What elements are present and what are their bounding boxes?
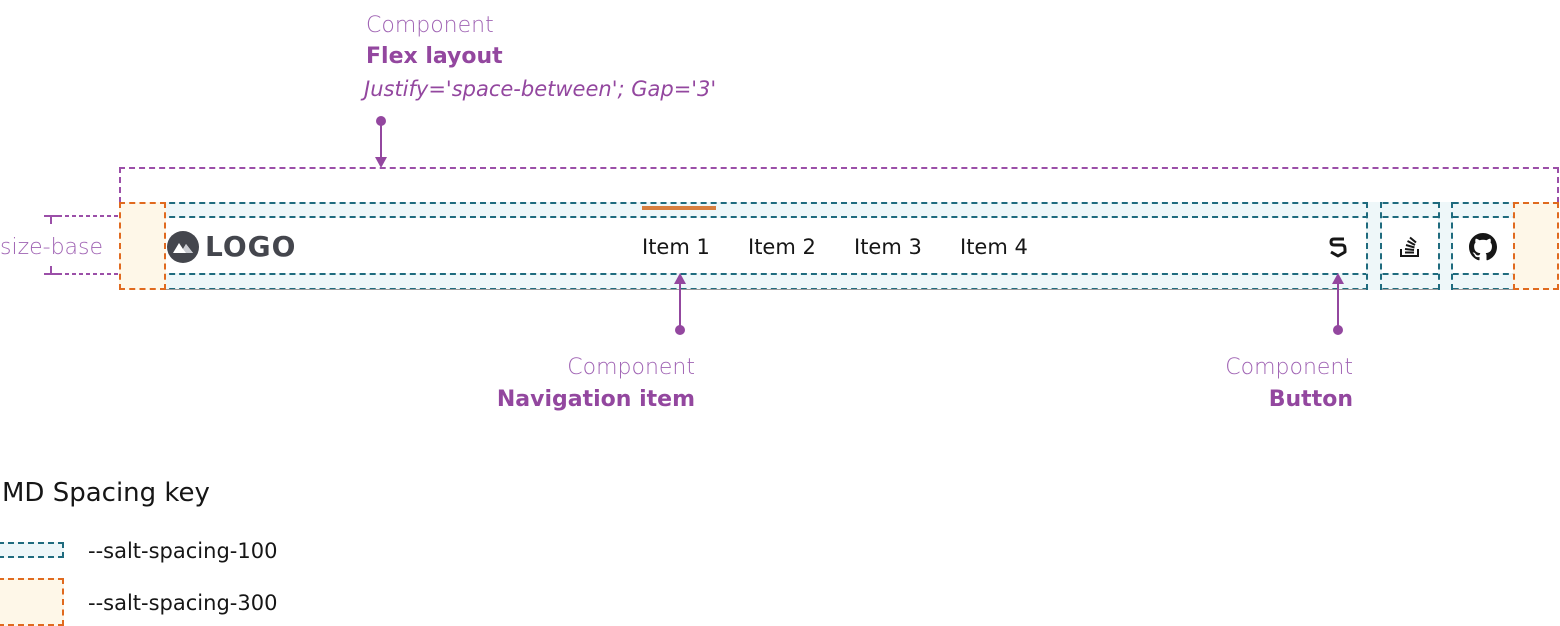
github-icon bbox=[1469, 233, 1497, 261]
nav-item-2[interactable]: Item 2 bbox=[748, 237, 816, 258]
legend-swatch-spacing-100 bbox=[0, 542, 64, 558]
nav-item-name-label: Navigation item bbox=[496, 387, 695, 412]
spacing-300-left-padding bbox=[119, 202, 166, 290]
legend-swatch-spacing-300 bbox=[0, 578, 64, 626]
nav-item-4[interactable]: Item 4 bbox=[960, 237, 1028, 258]
button-gap-column-1 bbox=[1366, 202, 1382, 290]
size-base-bracket bbox=[44, 215, 120, 275]
spacing-300-right-padding bbox=[1513, 202, 1559, 290]
button-pointer-arrow bbox=[1332, 273, 1344, 335]
flex-layout-pointer-arrow bbox=[375, 116, 387, 168]
salt-button[interactable] bbox=[1326, 234, 1350, 260]
nav-item-kind-label: Component bbox=[567, 355, 695, 380]
salt-icon bbox=[1329, 237, 1347, 258]
stackoverflow-icon bbox=[1400, 236, 1419, 257]
nav-item-pointer-arrow bbox=[674, 273, 686, 335]
button-kind-label: Component bbox=[1225, 355, 1353, 380]
flex-layout-outline bbox=[119, 167, 1559, 203]
flex-layout-props-label: Justify='space-between'; Gap='3' bbox=[364, 77, 717, 101]
active-nav-indicator bbox=[642, 206, 716, 210]
legend-title: MD Spacing key bbox=[2, 478, 210, 508]
flex-layout-kind-label: Component bbox=[366, 13, 494, 38]
github-button[interactable] bbox=[1469, 233, 1497, 261]
legend-label-spacing-100: --salt-spacing-100 bbox=[88, 539, 278, 563]
spacing-100-top-band bbox=[119, 202, 1559, 218]
stackoverflow-button[interactable] bbox=[1397, 234, 1423, 260]
navbar-logo[interactable]: LOGO bbox=[167, 231, 296, 263]
mountain-icon bbox=[167, 231, 199, 263]
nav-item-1[interactable]: Item 1 bbox=[642, 237, 710, 258]
legend-label-spacing-300: --salt-spacing-300 bbox=[88, 591, 278, 615]
flex-layout-name-label: Flex layout bbox=[366, 44, 503, 69]
logo-text: LOGO bbox=[205, 230, 297, 263]
button-gap-column-2 bbox=[1438, 202, 1453, 290]
button-name-label: Button bbox=[1268, 387, 1353, 412]
nav-item-3[interactable]: Item 3 bbox=[854, 237, 922, 258]
